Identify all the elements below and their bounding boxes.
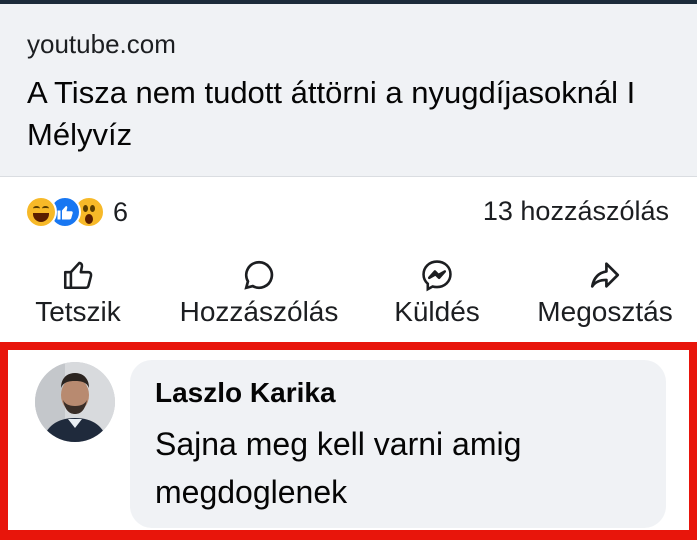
comment-text: Sajna meg kell varni amig megdoglenek	[155, 426, 522, 510]
send-button[interactable]: Küldés	[384, 258, 490, 328]
comment-button[interactable]: Hozzászólás	[164, 258, 354, 328]
messenger-icon	[422, 260, 452, 292]
comment-count-link[interactable]: 13 hozzászólás	[483, 196, 669, 227]
link-domain: youtube.com	[27, 29, 176, 59]
share-label: Megosztás	[537, 296, 673, 327]
thumbs-up-icon	[63, 261, 93, 290]
link-title[interactable]: A Tisza nem tudott áttörni a nyugdíjasok…	[27, 72, 667, 156]
share-arrow-icon	[590, 262, 620, 288]
profile-photo	[35, 362, 115, 442]
comment-label: Hozzászólás	[179, 296, 339, 327]
avatar[interactable]	[35, 362, 115, 442]
like-label: Tetszik	[35, 296, 121, 327]
share-button[interactable]: Megosztás	[520, 258, 690, 328]
like-button[interactable]: Tetszik	[24, 258, 132, 328]
send-label: Küldés	[394, 296, 480, 327]
comment-author[interactable]: Laszlo Karika	[155, 377, 336, 409]
reactions-summary[interactable]: 6	[25, 194, 128, 230]
link-preview-card[interactable]: youtube.com A Tisza nem tudott áttörni a…	[0, 4, 697, 177]
reaction-count: 6	[113, 196, 129, 227]
haha-icon	[25, 196, 57, 228]
comment-bubble-icon	[244, 260, 274, 290]
